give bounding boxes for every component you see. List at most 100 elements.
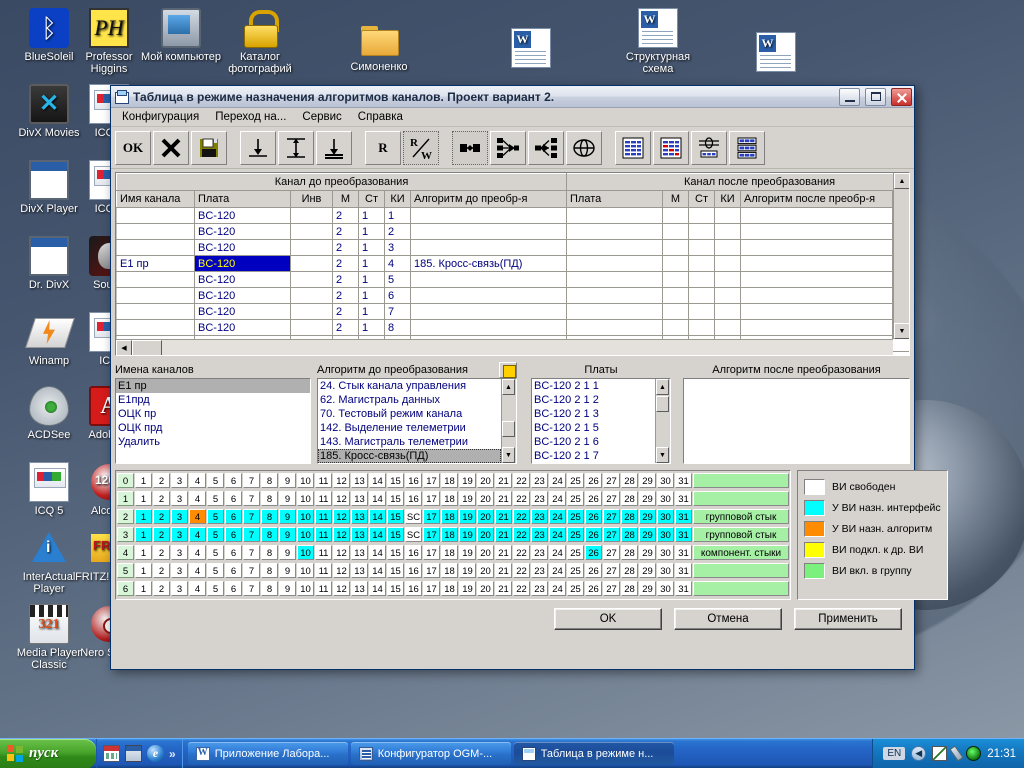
timeslot-cell[interactable]: 19 bbox=[459, 509, 476, 524]
timeslot-cell[interactable]: SC bbox=[405, 527, 422, 542]
timeslot-cell[interactable]: 12 bbox=[333, 509, 350, 524]
timeslot-cell[interactable]: 15 bbox=[387, 509, 404, 524]
read-write-button[interactable]: RW bbox=[403, 130, 439, 165]
table-horizontal-scrollbar[interactable]: ◀ bbox=[116, 339, 893, 355]
column-header-0[interactable]: Имя канала bbox=[116, 190, 195, 208]
timeslot-cell[interactable]: 14 bbox=[369, 527, 386, 542]
board-item[interactable]: BC-120 2 1 8 bbox=[532, 463, 655, 464]
close-button[interactable] bbox=[891, 87, 912, 106]
cell-board[interactable]: BC-120 bbox=[194, 255, 291, 272]
desktop-icon-мой-компьютер[interactable]: Мой компьютер bbox=[138, 8, 224, 63]
timeslot-cell[interactable]: 24 bbox=[549, 563, 566, 578]
cell-alg_after[interactable] bbox=[740, 287, 894, 304]
board-item[interactable]: BC-120 2 1 3 bbox=[532, 407, 655, 421]
timeslot-cell[interactable]: 31 bbox=[675, 545, 692, 560]
cell-st[interactable]: 1 bbox=[358, 255, 385, 272]
cell-m[interactable]: 2 bbox=[332, 319, 359, 336]
desktop-icon-структурная-схема[interactable]: Структурная схема bbox=[615, 8, 701, 75]
timeslot-cell[interactable]: 8 bbox=[261, 581, 278, 596]
timeslot-cell[interactable]: 26 bbox=[585, 527, 602, 542]
timeslot-cell[interactable]: 2 bbox=[153, 491, 170, 506]
timeslot-cell[interactable]: 17 bbox=[423, 473, 440, 488]
timeslot-cell[interactable]: 25 bbox=[567, 473, 584, 488]
timeslot-cell[interactable]: 16 bbox=[405, 581, 422, 596]
cell-st[interactable]: 1 bbox=[358, 303, 385, 320]
timeslot-cell[interactable]: 29 bbox=[639, 563, 656, 578]
column-header-4[interactable]: Ст bbox=[358, 190, 385, 208]
timeslot-cell[interactable]: 20 bbox=[477, 509, 494, 524]
timeslot-cell[interactable]: 5 bbox=[207, 545, 224, 560]
timeslot-cell[interactable]: SC bbox=[405, 509, 422, 524]
channel-name-item[interactable]: E1 пр bbox=[116, 379, 310, 393]
timeslot-cell[interactable]: 27 bbox=[603, 491, 620, 506]
timeslot-cell[interactable]: 28 bbox=[621, 527, 638, 542]
cell-ki2[interactable] bbox=[714, 271, 742, 288]
timeslot-cell[interactable]: 17 bbox=[423, 563, 440, 578]
timeslot-cell[interactable]: 3 bbox=[171, 563, 188, 578]
timeslot-cell[interactable]: 6 bbox=[225, 491, 242, 506]
channel-names-list[interactable]: E1 пр E1прд ОЦК пр ОЦК прд Удалить bbox=[115, 378, 311, 464]
timeslot-cell[interactable]: 20 bbox=[477, 527, 494, 542]
timeslot-cell[interactable]: 17 bbox=[423, 491, 440, 506]
timeslot-cell[interactable]: 27 bbox=[603, 509, 620, 524]
timeslot-cell[interactable]: 12 bbox=[333, 581, 350, 596]
timeslot-row-index[interactable]: 4 bbox=[117, 545, 134, 560]
cell-ki2[interactable] bbox=[714, 207, 742, 224]
read-button[interactable]: R bbox=[365, 130, 401, 165]
timeslot-cell[interactable]: 24 bbox=[549, 527, 566, 542]
timeslot-cell[interactable]: 3 bbox=[171, 545, 188, 560]
cell-alg_after[interactable] bbox=[740, 239, 894, 256]
timeslot-cell[interactable]: 6 bbox=[225, 473, 242, 488]
alg-after-list[interactable] bbox=[683, 378, 910, 464]
timeslot-cell[interactable]: 18 bbox=[441, 563, 458, 578]
cell-m[interactable]: 2 bbox=[332, 255, 359, 272]
fan-out-button[interactable] bbox=[490, 130, 526, 165]
cell-alg_after[interactable] bbox=[740, 223, 894, 240]
align-down-button[interactable] bbox=[240, 130, 276, 165]
timeslot-row-index[interactable]: 3 bbox=[117, 527, 134, 542]
timeslot-cell[interactable]: 9 bbox=[279, 509, 296, 524]
timeslot-cell[interactable]: 24 bbox=[549, 491, 566, 506]
timeslot-cell[interactable]: 14 bbox=[369, 473, 386, 488]
cancel-x-button[interactable] bbox=[153, 130, 189, 165]
cell-inv[interactable] bbox=[290, 239, 333, 256]
timeslot-cell[interactable]: 11 bbox=[315, 581, 332, 596]
timeslot-cell[interactable]: 8 bbox=[261, 491, 278, 506]
timeslot-cell[interactable]: 19 bbox=[459, 563, 476, 578]
timeslot-cell[interactable]: 27 bbox=[603, 581, 620, 596]
calendar-icon[interactable] bbox=[103, 745, 120, 762]
timeslot-cell[interactable]: 29 bbox=[639, 527, 656, 542]
timeslot-cell[interactable]: 5 bbox=[207, 563, 224, 578]
clock[interactable]: 21:31 bbox=[987, 748, 1016, 760]
blocks-button[interactable] bbox=[729, 130, 765, 165]
timeslot-cell[interactable]: 5 bbox=[207, 491, 224, 506]
cell-board2[interactable] bbox=[566, 239, 664, 256]
table-row[interactable]: BC-120 2 1 5 bbox=[116, 271, 909, 288]
cell-name[interactable]: E1 пр bbox=[116, 255, 195, 272]
boards-list[interactable]: BC-120 2 1 1 BC-120 2 1 2 BC-120 2 1 3 BC-1… bbox=[531, 378, 671, 464]
cell-st2[interactable] bbox=[688, 207, 716, 224]
alg-before-scrollbar[interactable]: ▲ ▼ bbox=[501, 379, 516, 463]
timeslot-cell[interactable]: 4 bbox=[189, 527, 206, 542]
timeslot-cell[interactable]: 18 bbox=[441, 545, 458, 560]
timeslot-cell[interactable]: 4 bbox=[189, 563, 206, 578]
timeslot-cell[interactable]: 27 bbox=[603, 563, 620, 578]
cell-m[interactable]: 2 bbox=[332, 303, 359, 320]
timeslot-cell[interactable]: 27 bbox=[603, 527, 620, 542]
cell-st2[interactable] bbox=[688, 239, 716, 256]
cell-board[interactable]: BC-120 bbox=[194, 287, 291, 304]
timeslot-row-index[interactable]: 6 bbox=[117, 581, 134, 596]
cell-st2[interactable] bbox=[688, 319, 716, 336]
alg-before-scroll-up[interactable]: ▲ bbox=[502, 379, 515, 395]
table-view-button[interactable] bbox=[615, 130, 651, 165]
align-both-button[interactable] bbox=[278, 130, 314, 165]
timeslot-cell[interactable]: 9 bbox=[279, 491, 296, 506]
cell-board[interactable]: BC-120 bbox=[194, 223, 291, 240]
timeslot-cell[interactable]: 20 bbox=[477, 473, 494, 488]
boards-scroll-up[interactable]: ▲ bbox=[656, 379, 669, 395]
cell-inv[interactable] bbox=[290, 303, 333, 320]
timeslot-cell[interactable]: 23 bbox=[531, 473, 548, 488]
cell-m[interactable]: 2 bbox=[332, 271, 359, 288]
cell-board2[interactable] bbox=[566, 207, 664, 224]
cell-name[interactable] bbox=[116, 239, 195, 256]
